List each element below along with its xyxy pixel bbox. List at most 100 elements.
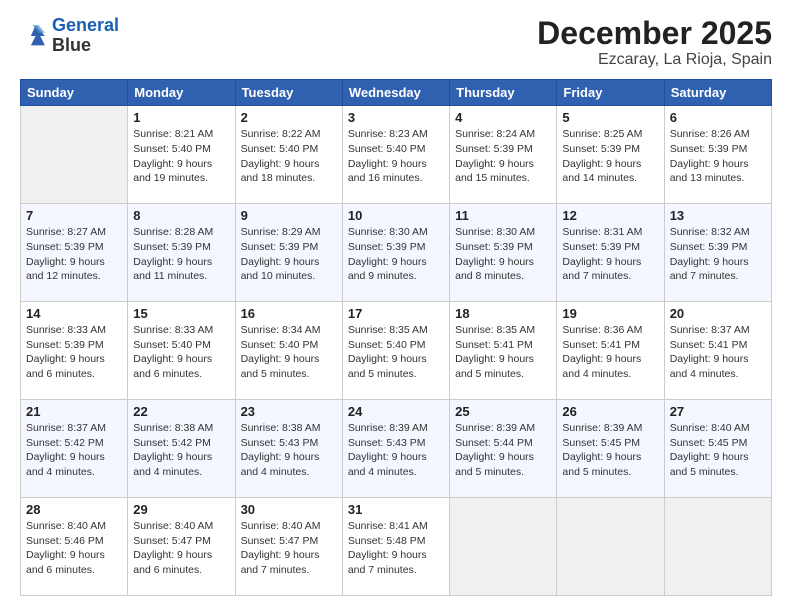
location: Ezcaray, La Rioja, Spain (537, 51, 772, 69)
day-number: 22 (133, 404, 229, 419)
calendar-week: 1 Sunrise: 8:21 AMSunset: 5:40 PMDaylight… (21, 106, 772, 204)
day-number: 18 (455, 306, 551, 321)
calendar: SundayMondayTuesdayWednesdayThursdayFrid… (20, 79, 772, 596)
day-number: 10 (348, 208, 444, 223)
day-info: Sunrise: 8:38 AMSunset: 5:43 PMDaylight:… (241, 421, 337, 480)
day-info: Sunrise: 8:39 AMSunset: 5:43 PMDaylight:… (348, 421, 444, 480)
logo-text: General Blue (52, 16, 119, 56)
day-info: Sunrise: 8:23 AMSunset: 5:40 PMDaylight:… (348, 127, 444, 186)
day-info: Sunrise: 8:33 AMSunset: 5:40 PMDaylight:… (133, 323, 229, 382)
day-info: Sunrise: 8:35 AMSunset: 5:40 PMDaylight:… (348, 323, 444, 382)
calendar-cell: 5 Sunrise: 8:25 AMSunset: 5:39 PMDaylight… (557, 106, 664, 204)
day-info: Sunrise: 8:24 AMSunset: 5:39 PMDaylight:… (455, 127, 551, 186)
calendar-cell: 10Sunrise: 8:30 AMSunset: 5:39 PMDayligh… (342, 204, 449, 302)
title-block: December 2025 Ezcaray, La Rioja, Spain (537, 16, 772, 69)
day-info: Sunrise: 8:29 AMSunset: 5:39 PMDaylight:… (241, 225, 337, 284)
calendar-cell: 25 Sunrise: 8:39 AMSunset: 5:44 PMDayligh… (450, 400, 557, 498)
day-number: 28 (26, 502, 122, 517)
logo-line1: General (52, 15, 119, 35)
day-number: 29 (133, 502, 229, 517)
day-info: Sunrise: 8:37 AMSunset: 5:41 PMDaylight:… (670, 323, 766, 382)
day-info: Sunrise: 8:37 AMSunset: 5:42 PMDaylight:… (26, 421, 122, 480)
day-number: 5 (562, 110, 658, 125)
day-number: 15 (133, 306, 229, 321)
calendar-cell: 3 Sunrise: 8:23 AMSunset: 5:40 PMDaylight… (342, 106, 449, 204)
calendar-cell: 12 Sunrise: 8:31 AMSunset: 5:39 PMDayligh… (557, 204, 664, 302)
day-number: 26 (562, 404, 658, 419)
weekday-header: Monday (128, 80, 235, 106)
calendar-week: 14Sunrise: 8:33 AMSunset: 5:39 PMDayligh… (21, 302, 772, 400)
calendar-cell: 13 Sunrise: 8:32 AMSunset: 5:39 PMDayligh… (664, 204, 771, 302)
calendar-cell: 24 Sunrise: 8:39 AMSunset: 5:43 PMDayligh… (342, 400, 449, 498)
calendar-cell: 18Sunrise: 8:35 AMSunset: 5:41 PMDayligh… (450, 302, 557, 400)
day-number: 9 (241, 208, 337, 223)
day-number: 23 (241, 404, 337, 419)
day-number: 1 (133, 110, 229, 125)
day-info: Sunrise: 8:21 AMSunset: 5:40 PMDaylight:… (133, 127, 229, 186)
day-info: Sunrise: 8:39 AMSunset: 5:44 PMDaylight:… (455, 421, 551, 480)
day-number: 19 (562, 306, 658, 321)
day-number: 12 (562, 208, 658, 223)
calendar-week: 21Sunrise: 8:37 AMSunset: 5:42 PMDayligh… (21, 400, 772, 498)
weekday-header: Wednesday (342, 80, 449, 106)
calendar-week: 7Sunrise: 8:27 AMSunset: 5:39 PMDaylight… (21, 204, 772, 302)
calendar-cell: 22 Sunrise: 8:38 AMSunset: 5:42 PMDayligh… (128, 400, 235, 498)
day-info: Sunrise: 8:36 AMSunset: 5:41 PMDaylight:… (562, 323, 658, 382)
calendar-cell: 31 Sunrise: 8:41 AMSunset: 5:48 PMDayligh… (342, 498, 449, 596)
header: General Blue December 2025 Ezcaray, La R… (20, 16, 772, 69)
page: General Blue December 2025 Ezcaray, La R… (0, 0, 792, 612)
calendar-cell: 16Sunrise: 8:34 AMSunset: 5:40 PMDayligh… (235, 302, 342, 400)
day-number: 11 (455, 208, 551, 223)
calendar-cell: 6Sunrise: 8:26 AMSunset: 5:39 PMDaylight… (664, 106, 771, 204)
calendar-cell: 14Sunrise: 8:33 AMSunset: 5:39 PMDayligh… (21, 302, 128, 400)
calendar-cell (21, 106, 128, 204)
weekday-header: Thursday (450, 80, 557, 106)
calendar-cell: 2Sunrise: 8:22 AMSunset: 5:40 PMDaylight… (235, 106, 342, 204)
day-info: Sunrise: 8:31 AMSunset: 5:39 PMDaylight:… (562, 225, 658, 284)
calendar-cell: 30 Sunrise: 8:40 AMSunset: 5:47 PMDayligh… (235, 498, 342, 596)
logo: General Blue (20, 16, 119, 56)
day-info: Sunrise: 8:38 AMSunset: 5:42 PMDaylight:… (133, 421, 229, 480)
day-number: 6 (670, 110, 766, 125)
day-number: 2 (241, 110, 337, 125)
day-number: 3 (348, 110, 444, 125)
calendar-cell: 7Sunrise: 8:27 AMSunset: 5:39 PMDaylight… (21, 204, 128, 302)
logo-line2: Blue (52, 36, 119, 56)
day-info: Sunrise: 8:40 AMSunset: 5:47 PMDaylight:… (133, 519, 229, 578)
day-info: Sunrise: 8:40 AMSunset: 5:45 PMDaylight:… (670, 421, 766, 480)
day-number: 27 (670, 404, 766, 419)
day-info: Sunrise: 8:40 AMSunset: 5:47 PMDaylight:… (241, 519, 337, 578)
day-info: Sunrise: 8:39 AMSunset: 5:45 PMDaylight:… (562, 421, 658, 480)
day-info: Sunrise: 8:25 AMSunset: 5:39 PMDaylight:… (562, 127, 658, 186)
calendar-body: 1 Sunrise: 8:21 AMSunset: 5:40 PMDaylight… (21, 106, 772, 596)
calendar-header: SundayMondayTuesdayWednesdayThursdayFrid… (21, 80, 772, 106)
weekday-header: Saturday (664, 80, 771, 106)
calendar-cell: 23 Sunrise: 8:38 AMSunset: 5:43 PMDayligh… (235, 400, 342, 498)
day-number: 17 (348, 306, 444, 321)
day-number: 31 (348, 502, 444, 517)
day-number: 13 (670, 208, 766, 223)
day-info: Sunrise: 8:32 AMSunset: 5:39 PMDaylight:… (670, 225, 766, 284)
calendar-cell: 1 Sunrise: 8:21 AMSunset: 5:40 PMDaylight… (128, 106, 235, 204)
calendar-cell (450, 498, 557, 596)
weekday-row: SundayMondayTuesdayWednesdayThursdayFrid… (21, 80, 772, 106)
day-info: Sunrise: 8:33 AMSunset: 5:39 PMDaylight:… (26, 323, 122, 382)
calendar-cell: 28Sunrise: 8:40 AMSunset: 5:46 PMDayligh… (21, 498, 128, 596)
day-number: 4 (455, 110, 551, 125)
day-info: Sunrise: 8:28 AMSunset: 5:39 PMDaylight:… (133, 225, 229, 284)
calendar-cell (664, 498, 771, 596)
day-number: 20 (670, 306, 766, 321)
weekday-header: Friday (557, 80, 664, 106)
calendar-week: 28Sunrise: 8:40 AMSunset: 5:46 PMDayligh… (21, 498, 772, 596)
day-number: 25 (455, 404, 551, 419)
day-info: Sunrise: 8:41 AMSunset: 5:48 PMDaylight:… (348, 519, 444, 578)
calendar-cell: 29 Sunrise: 8:40 AMSunset: 5:47 PMDayligh… (128, 498, 235, 596)
calendar-cell: 9 Sunrise: 8:29 AMSunset: 5:39 PMDaylight… (235, 204, 342, 302)
calendar-cell (557, 498, 664, 596)
calendar-cell: 19 Sunrise: 8:36 AMSunset: 5:41 PMDayligh… (557, 302, 664, 400)
day-number: 24 (348, 404, 444, 419)
calendar-cell: 20 Sunrise: 8:37 AMSunset: 5:41 PMDayligh… (664, 302, 771, 400)
calendar-cell: 26 Sunrise: 8:39 AMSunset: 5:45 PMDayligh… (557, 400, 664, 498)
day-number: 30 (241, 502, 337, 517)
day-info: Sunrise: 8:34 AMSunset: 5:40 PMDaylight:… (241, 323, 337, 382)
